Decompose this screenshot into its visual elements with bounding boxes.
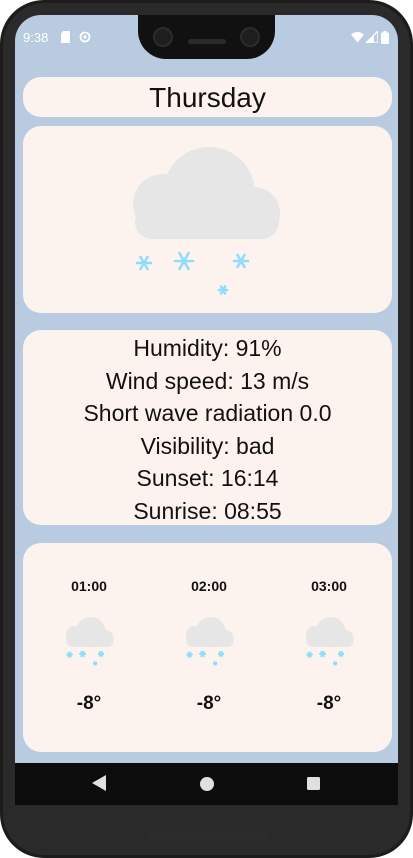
wifi-icon bbox=[351, 32, 364, 43]
humidity-text: Humidity: 91% bbox=[133, 335, 282, 361]
status-time: 9:38 bbox=[23, 30, 49, 45]
wind-speed-text: Wind speed: 13 m/s bbox=[105, 367, 310, 394]
signal-icon bbox=[366, 31, 378, 43]
cloud-snow-icon bbox=[185, 616, 234, 666]
recents-icon[interactable] bbox=[307, 777, 320, 790]
earpiece bbox=[188, 39, 226, 44]
front-camera-left bbox=[153, 27, 173, 47]
battery-icon bbox=[381, 31, 389, 44]
back-icon[interactable] bbox=[92, 775, 106, 791]
hour-time: 02:00 bbox=[191, 578, 227, 594]
camera-notch bbox=[138, 15, 275, 59]
sync-icon bbox=[79, 31, 91, 43]
short-wave-radiation-text: Short wave radiation 0.0 bbox=[83, 400, 332, 426]
cloud-snow-icon bbox=[65, 616, 114, 666]
bottom-speaker bbox=[146, 831, 268, 839]
front-camera-right bbox=[240, 27, 260, 47]
visibility-text: Visibility: bad bbox=[140, 432, 275, 459]
weather-icon-card bbox=[23, 126, 392, 313]
hour-time: 01:00 bbox=[71, 578, 107, 594]
sd-card-icon bbox=[61, 31, 70, 43]
sunrise-text: Sunrise: 08:55 bbox=[133, 497, 282, 524]
sunset-text: Sunset: 16:14 bbox=[136, 465, 279, 491]
hour-temperature: -8° bbox=[316, 693, 342, 714]
cloud-snow-icon bbox=[305, 616, 354, 666]
status-bar: 9:38 bbox=[15, 15, 398, 61]
hour-time: 03:00 bbox=[311, 578, 347, 594]
home-icon[interactable] bbox=[200, 777, 214, 791]
day-header: Thursday bbox=[23, 77, 392, 117]
navigation-bar bbox=[15, 763, 398, 805]
weather-details-card: Humidity: 91% Wind speed: 13 m/s Short w… bbox=[23, 330, 392, 525]
app-screen: 9:38 Thursday Humidity: 91% Wind speed: … bbox=[15, 15, 398, 805]
cloud-snow-icon bbox=[133, 147, 280, 295]
hour-temperature: -8° bbox=[76, 693, 102, 714]
day-title: Thursday bbox=[149, 82, 266, 113]
hour-temperature: -8° bbox=[196, 693, 222, 714]
hourly-forecast-card: 01:00 -8° 02:00 -8° 03:00 -8° bbox=[23, 543, 392, 752]
